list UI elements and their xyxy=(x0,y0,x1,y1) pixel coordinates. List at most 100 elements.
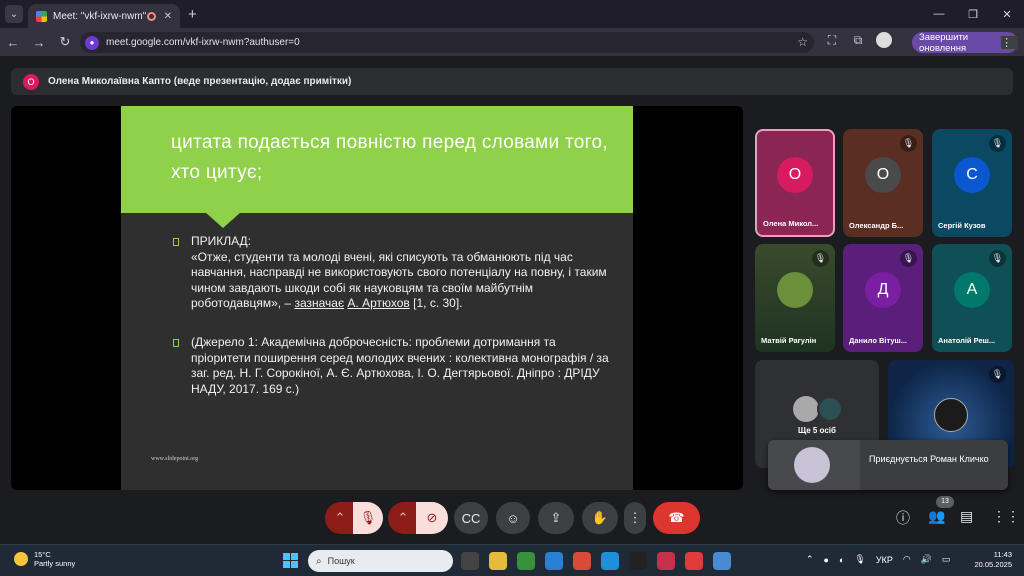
search-icon: ⌕ xyxy=(316,555,322,567)
forward-icon[interactable]: → xyxy=(26,35,52,50)
chrome-active-icon[interactable] xyxy=(713,552,731,570)
participant-name: Олександр Б... xyxy=(849,221,904,230)
pdf-reader-icon[interactable] xyxy=(657,552,675,570)
mic-off-icon: 🎙 xyxy=(359,510,377,525)
close-tab-icon[interactable]: ✕ xyxy=(164,11,172,22)
bookmark-star-icon[interactable]: ☆ xyxy=(797,35,808,49)
restore-icon[interactable]: ❐ xyxy=(956,0,990,28)
activities-icon[interactable]: ⋮⋮ xyxy=(992,508,1020,525)
info-icon[interactable]: ⓘ xyxy=(896,508,910,528)
site-info-icon[interactable]: ● xyxy=(85,35,99,50)
present-button[interactable]: ⇪ xyxy=(538,502,574,534)
profile-avatar[interactable] xyxy=(876,32,892,48)
chrome-icon[interactable] xyxy=(573,552,591,570)
system-tray: ⌃ ● ◐ 🎙 УКР ◠ 🔊 ▭ xyxy=(806,554,950,565)
task-view-icon[interactable] xyxy=(461,552,479,570)
update-button[interactable]: Завершити оновлення ⋮ xyxy=(912,32,1018,54)
people-count-badge: 13 xyxy=(936,496,954,508)
source-paragraph: (Джерело 1: Академічна доброчесність: пр… xyxy=(191,335,609,396)
participant-avatar: Д xyxy=(865,272,901,308)
camera-off-icon: ⊘ xyxy=(426,510,438,525)
leave-call-button[interactable]: ☎ xyxy=(653,502,700,534)
address-bar[interactable]: ● meet.google.com/vkf-ixrw-nwm?authuser=… xyxy=(80,32,814,53)
more-options-button[interactable]: ⋮ xyxy=(624,502,646,534)
hand-icon: ✋ xyxy=(591,510,609,525)
clock[interactable]: 11:43 20.05.2025 xyxy=(974,550,1012,570)
youtube-icon[interactable] xyxy=(685,552,703,570)
start-button-icon[interactable] xyxy=(283,553,298,568)
microphone-toggle[interactable]: 🎙 xyxy=(353,502,383,534)
extensions-icon[interactable]: ⧉ xyxy=(850,32,866,48)
participant-name: Матвій Рагулін xyxy=(761,336,817,345)
participant-tile[interactable]: 🎙 А Анатолій Реш... xyxy=(932,244,1012,352)
participant-avatar-image xyxy=(777,272,813,308)
example-label: ПРИКЛАД: xyxy=(191,234,251,248)
bullet-icon xyxy=(173,339,179,347)
tab-title: Meet: "vkf-ixrw-nwm" xyxy=(53,10,147,22)
participant-tile[interactable]: 🎙 С Сергій Кузов xyxy=(932,129,1012,237)
browser-tab[interactable]: Meet: "vkf-ixrw-nwm" ✕ xyxy=(28,4,180,28)
file-explorer-icon[interactable] xyxy=(489,552,507,570)
participant-avatar xyxy=(817,396,843,422)
language-indicator[interactable]: УКР xyxy=(876,555,893,565)
slide-header-notch xyxy=(205,212,241,228)
mic-off-icon: 🎙 xyxy=(812,250,829,267)
people-icon[interactable]: 👥 xyxy=(928,508,945,525)
search-placeholder: Пошук xyxy=(327,556,355,566)
chat-icon[interactable]: ▤ xyxy=(960,508,973,525)
participant-tile[interactable]: 🎙 О Олександр Б... xyxy=(843,129,923,237)
participant-avatar: О xyxy=(777,157,813,193)
audio-options-button[interactable]: ⌃ xyxy=(325,502,355,534)
reload-icon[interactable]: ↻ xyxy=(52,34,78,50)
taskbar-apps xyxy=(461,552,731,570)
tab-search-button[interactable]: ⌄ xyxy=(5,5,23,23)
browser-toolbar: ← → ↻ ● meet.google.com/vkf-ixrw-nwm?aut… xyxy=(0,28,1024,56)
telegram-icon[interactable] xyxy=(545,552,563,570)
camera-toggle[interactable]: ⊘ xyxy=(416,502,448,534)
participant-name: Сергій Кузов xyxy=(938,221,986,230)
captions-button[interactable]: CC xyxy=(454,502,488,534)
emoji-icon: ☺ xyxy=(506,510,520,526)
video-options-button[interactable]: ⌃ xyxy=(388,502,418,534)
tray-app-icon[interactable]: ● xyxy=(824,555,829,565)
reactions-button[interactable]: ☺ xyxy=(496,502,530,534)
close-window-icon[interactable]: ✕ xyxy=(990,0,1024,28)
app-icon[interactable] xyxy=(629,552,647,570)
tray-app-icon[interactable]: ◐ xyxy=(839,555,844,565)
show-hidden-icons-icon[interactable]: ⌃ xyxy=(806,554,814,565)
meet-favicon-icon xyxy=(36,10,47,22)
volume-icon[interactable]: 🔊 xyxy=(921,554,932,565)
participant-tile[interactable]: 🎙 Д Данило Вітуш... xyxy=(843,244,923,352)
participant-tile[interactable]: 🎙 Матвій Рагулін xyxy=(755,244,835,352)
quote-says: зазначає xyxy=(294,296,345,310)
weather-widget[interactable]: 15°C Partly sunny xyxy=(14,550,75,568)
participant-tile[interactable]: О Олена Микол... xyxy=(755,129,835,237)
url-text[interactable]: meet.google.com/vkf-ixrw-nwm?authuser=0 xyxy=(106,37,300,48)
edge-icon[interactable] xyxy=(601,552,619,570)
more-menu-icon[interactable]: ⋮ xyxy=(1001,36,1018,49)
joining-avatar xyxy=(794,447,830,483)
presentation-stage[interactable]: цитата подається повністю перед словами … xyxy=(11,106,743,490)
participant-avatar: А xyxy=(954,272,990,308)
back-icon[interactable]: ← xyxy=(0,35,26,50)
quote-ref: [1, с. 30]. xyxy=(413,296,463,310)
wifi-icon[interactable]: ◠ xyxy=(903,554,911,565)
mic-off-icon: 🎙 xyxy=(900,135,917,152)
taskbar-search[interactable]: ⌕ Пошук xyxy=(308,550,453,572)
battery-icon[interactable]: ▭ xyxy=(942,554,951,565)
minimize-icon[interactable]: — xyxy=(922,0,956,28)
presenter-text: Олена Миколаївна Капто (веде презентацію… xyxy=(48,76,352,87)
app-icon[interactable] xyxy=(517,552,535,570)
slide-site: www.slidepoint.org xyxy=(151,456,199,462)
present-screen-icon: ⇪ xyxy=(550,510,562,525)
participant-avatar: О xyxy=(865,157,901,193)
participant-avatar xyxy=(934,398,968,432)
taskbar: 15°C Partly sunny ⌕ Пошук ⌃ ● ◐ 🎙 УКР ◠ … xyxy=(0,544,1024,576)
microphone-tray-icon[interactable]: 🎙 xyxy=(854,554,865,565)
weather-sun-icon xyxy=(14,552,28,566)
raise-hand-button[interactable]: ✋ xyxy=(582,502,618,534)
cast-icon[interactable]: ⛶ xyxy=(824,32,840,48)
new-tab-button[interactable]: + xyxy=(188,6,197,23)
clock-time: 11:43 xyxy=(993,550,1012,559)
quote-author: А. Артюхов xyxy=(347,296,410,310)
